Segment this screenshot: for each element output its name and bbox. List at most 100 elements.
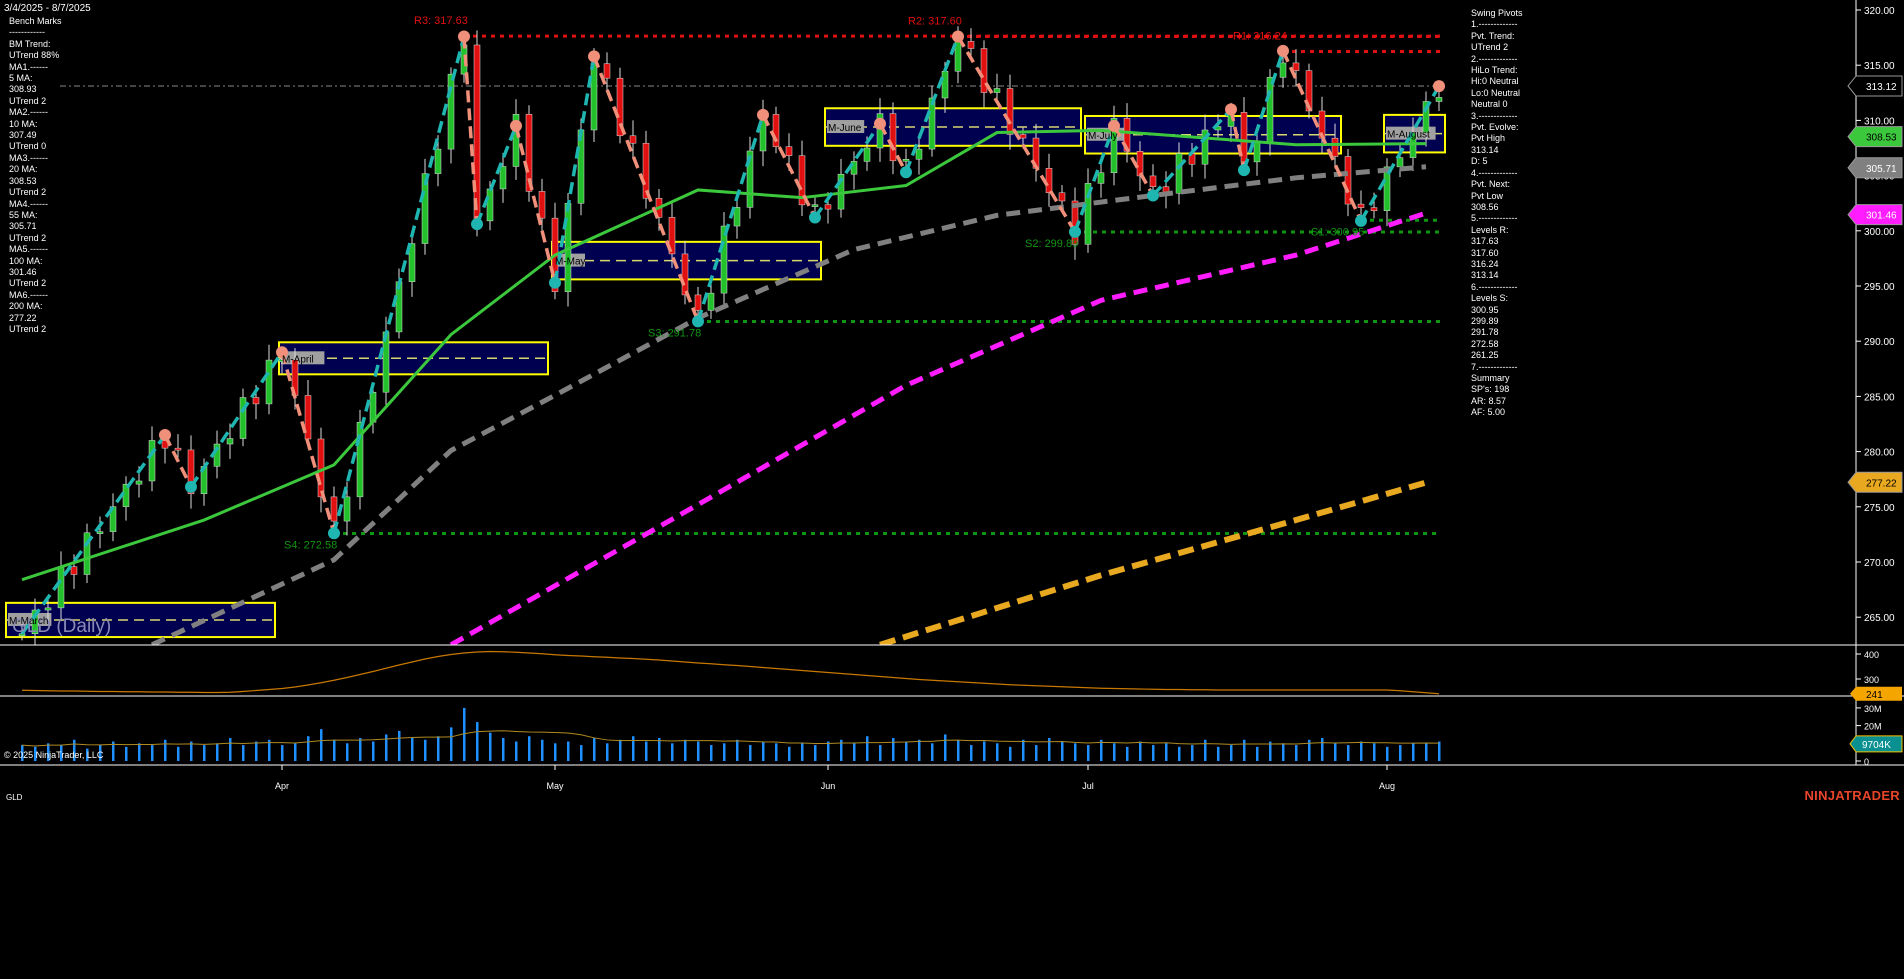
volume-bar — [1282, 743, 1285, 761]
price-tag-label: 277.22 — [1866, 478, 1897, 489]
volume-tick-label: 20M — [1864, 722, 1882, 732]
candle — [786, 147, 792, 156]
volume-bar — [918, 740, 921, 761]
candle — [1137, 151, 1143, 176]
volume-bar — [476, 722, 479, 761]
volume-bar — [632, 736, 635, 761]
swing-high-marker — [1225, 103, 1237, 115]
volume-bar — [775, 743, 778, 761]
volume-bar — [554, 743, 557, 761]
ninjatrader-logo: NINJATRADER — [1804, 788, 1900, 803]
volume-bar — [1347, 745, 1350, 761]
candle — [435, 149, 441, 173]
volume-bar — [697, 742, 700, 761]
volume-bar — [125, 747, 128, 761]
volume-bar — [1321, 738, 1324, 761]
volume-bar — [359, 738, 362, 761]
volume-bar — [1386, 747, 1389, 761]
candle — [1371, 208, 1377, 211]
volume-bar — [684, 740, 687, 761]
swing-zigzag-segment — [282, 352, 334, 533]
candle — [474, 45, 480, 221]
y-tick-label: 300.00 — [1864, 227, 1895, 238]
volume-bar — [177, 747, 180, 761]
candle — [487, 189, 493, 221]
monthly-box-label: M-April — [282, 354, 314, 365]
volume-bar — [437, 736, 440, 761]
volume-bar — [671, 743, 674, 761]
volume-bar — [1360, 742, 1363, 761]
volume-bar — [489, 733, 492, 761]
candle — [1436, 97, 1442, 101]
y-tick-label: 315.00 — [1864, 61, 1895, 72]
volume-bar — [528, 736, 531, 761]
volume-bar — [424, 740, 427, 761]
volume-bar — [1217, 747, 1220, 761]
candle — [682, 254, 688, 295]
candle — [695, 295, 701, 310]
candle — [344, 497, 350, 521]
volume-bar — [1191, 745, 1194, 761]
candle — [1150, 176, 1156, 187]
x-tick-label: Aug — [1379, 781, 1395, 791]
volume-bar — [710, 745, 713, 761]
volume-bar — [879, 745, 882, 761]
volume-bar — [1230, 745, 1233, 761]
volume-bar — [723, 743, 726, 761]
x-tick-label: Jul — [1082, 781, 1094, 791]
candle — [1332, 138, 1338, 156]
volume-bar — [970, 745, 973, 761]
swing-high-marker — [1277, 45, 1289, 57]
volume-bar — [138, 743, 141, 761]
y-tick-label: 290.00 — [1864, 337, 1895, 348]
swing-high-marker — [159, 429, 171, 441]
ma-line-20ma — [22, 130, 1426, 579]
candle — [45, 608, 51, 610]
swing-high-marker — [757, 109, 769, 121]
y-tick-label: 295.00 — [1864, 282, 1895, 293]
volume-bar — [931, 743, 934, 761]
candle — [97, 532, 103, 534]
volume-bar — [372, 742, 375, 761]
price-chart[interactable]: 320.00315.00310.00305.00300.00295.00290.… — [0, 0, 1904, 979]
volume-bar — [1412, 743, 1415, 761]
volume-bar — [385, 734, 388, 761]
volume-bar — [203, 745, 206, 761]
candle — [708, 293, 714, 310]
level-label: R3: 317.63 — [414, 15, 468, 27]
volume-bar — [216, 743, 219, 761]
candle — [1176, 154, 1182, 194]
candle — [1267, 77, 1273, 142]
copyright: © 2025 NinjaTrader, LLC — [4, 750, 103, 760]
volume-bar — [983, 742, 986, 761]
osc-tick-label: 300 — [1864, 675, 1879, 685]
swing-high-marker — [1433, 80, 1445, 92]
volume-bar — [1152, 745, 1155, 761]
swing-low-marker — [1069, 226, 1081, 238]
level-label: S4: 272.58 — [284, 540, 337, 552]
candle — [175, 448, 181, 450]
candle — [227, 439, 233, 444]
candle — [825, 205, 831, 209]
candle — [994, 89, 1000, 93]
volume-bar — [619, 740, 622, 761]
volume-bar — [1126, 747, 1129, 761]
candle — [71, 567, 77, 575]
price-tag-label: 308.53 — [1866, 133, 1897, 144]
volume-bar — [541, 740, 544, 761]
candle — [58, 567, 64, 608]
candle — [1098, 173, 1104, 184]
volume-bar — [1334, 743, 1337, 761]
level-label: R1: 316.24 — [1233, 31, 1287, 43]
volume-bar — [151, 745, 154, 761]
volume-bar — [242, 745, 245, 761]
symbol-label: GLD — [6, 793, 22, 802]
volume-bar — [515, 742, 518, 761]
volume-bar — [1035, 745, 1038, 761]
volume-bar — [450, 727, 453, 761]
volume-bar — [749, 745, 752, 761]
volume-bar — [1438, 742, 1441, 761]
volume-bar — [307, 736, 310, 761]
candle — [864, 148, 870, 161]
monthly-box-label: M-June — [828, 123, 862, 134]
